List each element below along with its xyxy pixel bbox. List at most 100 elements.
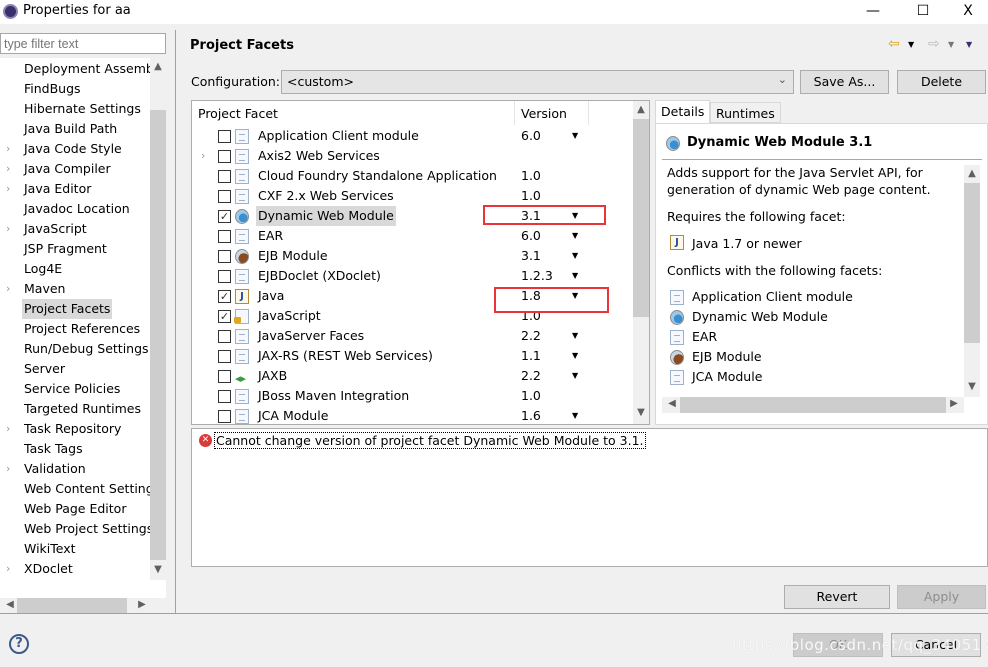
scroll-up-arrow-icon[interactable]: ▲ [150,61,166,72]
back-arrow-icon[interactable]: ⇦ [888,36,900,52]
expand-chevron-icon[interactable]: › [6,419,10,439]
scroll-right-arrow-icon[interactable]: ▶ [946,398,962,409]
sidebar-item[interactable]: › Maven [0,279,150,299]
scroll-up-arrow-icon[interactable]: ▲ [964,168,980,179]
facet-checkbox[interactable] [218,270,231,283]
facet-version[interactable]: 1.2.3 [521,266,553,286]
scroll-up-arrow-icon[interactable]: ▲ [633,104,649,115]
sidebar-vertical-scrollbar[interactable]: ▲ ▼ [150,58,166,580]
facet-row[interactable]: ◂▸ JAXB 2.2 ▼ [192,366,632,386]
facets-vertical-scrollbar[interactable]: ▲ ▼ [633,101,649,424]
tab-details[interactable]: Details [655,100,711,123]
scroll-down-arrow-icon[interactable]: ▼ [964,381,980,392]
facet-checkbox[interactable] [218,170,231,183]
details-scroll-thumb[interactable] [964,183,980,343]
facet-checkbox[interactable] [218,190,231,203]
scroll-down-arrow-icon[interactable]: ▼ [633,407,649,418]
sidebar-item[interactable]: JSP Fragment [0,239,150,259]
version-dropdown-icon[interactable]: ▼ [572,246,578,266]
column-header-version[interactable]: Version [521,106,567,121]
facet-version[interactable]: 6.0 [521,126,541,146]
facet-checkbox[interactable]: ✓ [218,210,231,223]
sidebar-item[interactable]: WikiText [0,539,150,559]
apply-button[interactable]: Apply [897,585,986,609]
expand-chevron-icon[interactable]: › [6,159,10,179]
details-horizontal-scrollbar[interactable]: ◀ ▶ [662,397,964,413]
pane-divider[interactable] [175,30,176,613]
facet-checkbox[interactable] [218,350,231,363]
sidebar-item[interactable]: Java Build Path [0,119,150,139]
expand-chevron-icon[interactable]: › [201,146,205,166]
sidebar-item[interactable]: Project Facets [0,299,150,319]
sidebar-item[interactable]: › XDoclet [0,559,150,579]
facet-version[interactable]: 1.1 [521,346,541,366]
facets-scroll-thumb[interactable] [633,119,649,317]
view-menu-icon[interactable]: ▼ [966,40,972,49]
expand-chevron-icon[interactable]: › [6,179,10,199]
facet-checkbox[interactable] [218,130,231,143]
facet-row[interactable]: Cloud Foundry Standalone Application 1.0 [192,166,632,186]
forward-arrow-icon[interactable]: ⇨ [928,36,940,52]
facet-version[interactable]: 1.6 [521,406,541,426]
sidebar-item[interactable]: › Java Editor [0,179,150,199]
sidebar-item[interactable]: › Java Code Style [0,139,150,159]
version-dropdown-icon[interactable]: ▼ [572,326,578,346]
facet-checkbox[interactable]: ✓ [218,310,231,323]
facet-version[interactable]: 6.0 [521,226,541,246]
sidebar-item[interactable]: Project References [0,319,150,339]
version-dropdown-icon[interactable]: ▼ [572,266,578,286]
scroll-left-arrow-icon[interactable]: ◀ [664,398,680,409]
sidebar-horizontal-scrollbar[interactable]: ◀ ▶ [0,598,166,614]
version-dropdown-icon[interactable]: ▼ [572,346,578,366]
sidebar-item[interactable]: Web Page Editor [0,499,150,519]
facet-checkbox[interactable] [218,390,231,403]
help-icon[interactable]: ? [9,634,29,654]
facet-checkbox[interactable] [218,370,231,383]
sidebar-item[interactable]: Log4E [0,259,150,279]
facet-row[interactable]: › Axis2 Web Services [192,146,632,166]
expand-chevron-icon[interactable]: › [6,459,10,479]
sidebar-item[interactable]: Javadoc Location [0,199,150,219]
column-header-facet[interactable]: Project Facet [198,106,278,121]
sidebar-item[interactable]: Targeted Runtimes [0,399,150,419]
details-vertical-scrollbar[interactable]: ▲ ▼ [964,165,980,397]
facet-version[interactable]: 2.2 [521,366,541,386]
facet-version[interactable]: 3.1 [521,246,541,266]
facet-checkbox[interactable] [218,150,231,163]
facet-checkbox[interactable] [218,230,231,243]
sidebar-item[interactable]: Deployment Assembly [0,59,150,79]
sidebar-scroll-thumb[interactable] [150,110,166,560]
scroll-down-arrow-icon[interactable]: ▼ [150,564,166,575]
facet-row[interactable]: JCA Module 1.6 ▼ [192,406,632,426]
facet-row[interactable]: EJBDoclet (XDoclet) 1.2.3 ▼ [192,266,632,286]
details-hscroll-thumb[interactable] [680,397,946,413]
forward-menu-dropdown-icon[interactable]: ▼ [948,40,954,49]
minimize-button[interactable]: — [850,0,896,24]
save-as-button[interactable]: Save As... [800,70,889,94]
expand-chevron-icon[interactable]: › [6,219,10,239]
facet-row[interactable]: CXF 2.x Web Services 1.0 [192,186,632,206]
sidebar-item[interactable]: Run/Debug Settings [0,339,150,359]
sidebar-item[interactable]: Web Content Settings [0,479,150,499]
facet-row[interactable]: JBoss Maven Integration 1.0 [192,386,632,406]
sidebar-item[interactable]: › Task Repository [0,419,150,439]
sidebar-item[interactable]: Server [0,359,150,379]
delete-button[interactable]: Delete [897,70,986,94]
sidebar-item[interactable]: Service Policies [0,379,150,399]
sidebar-item[interactable]: Task Tags [0,439,150,459]
facet-checkbox[interactable] [218,250,231,263]
expand-chevron-icon[interactable]: › [6,279,10,299]
configuration-select[interactable]: <custom> ⌄ [281,70,794,94]
sidebar-item[interactable]: FindBugs [0,79,150,99]
facet-checkbox[interactable]: ✓ [218,290,231,303]
sidebar-item[interactable]: Web Project Settings [0,519,150,539]
facet-checkbox[interactable] [218,410,231,423]
close-button[interactable]: X [945,0,988,24]
sidebar-item[interactable]: Hibernate Settings [0,99,150,119]
facet-row[interactable]: Application Client module 6.0 ▼ [192,126,632,146]
expand-chevron-icon[interactable]: › [6,559,10,579]
tab-runtimes[interactable]: Runtimes [710,102,781,123]
maximize-button[interactable]: ☐ [900,0,946,24]
filter-input[interactable] [0,33,166,54]
facet-row[interactable]: JavaServer Faces 2.2 ▼ [192,326,632,346]
